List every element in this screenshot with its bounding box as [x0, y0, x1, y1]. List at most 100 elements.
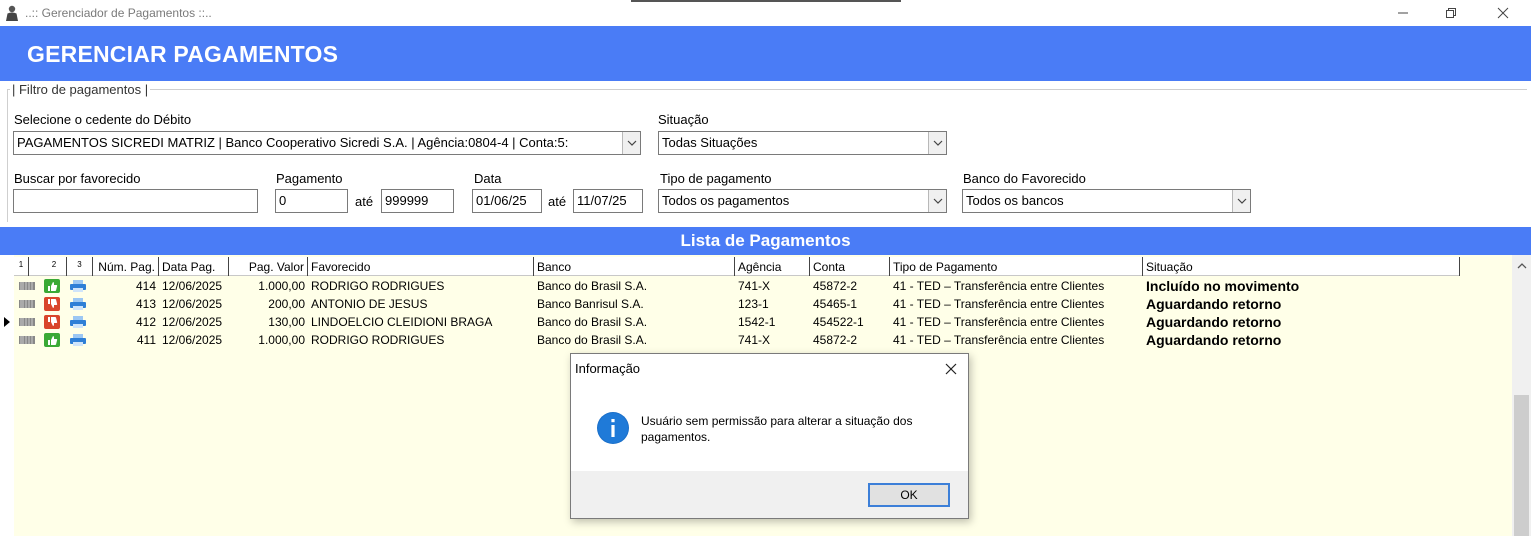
- dialog-message: Usuário sem permissão para alterar a sit…: [641, 414, 913, 444]
- printer-icon[interactable]: [69, 333, 87, 347]
- cell-situacao: Aguardando retorno: [1146, 314, 1282, 330]
- favorecido-label: Buscar por favorecido: [14, 171, 141, 186]
- col-header-tipo[interactable]: Tipo de Pagamento: [890, 257, 1143, 276]
- minimize-button[interactable]: [1380, 0, 1426, 26]
- barcode-icon[interactable]: [18, 315, 36, 329]
- cell-pag-valor: 130,00: [268, 315, 305, 329]
- pagamento-ate-label: até: [355, 194, 374, 209]
- scroll-up-button[interactable]: [1512, 257, 1531, 274]
- thumbs-down-icon[interactable]: [43, 315, 61, 329]
- col-header-1[interactable]: 1: [14, 257, 29, 276]
- situacao-label: Situação: [658, 112, 709, 127]
- list-title: Lista de Pagamentos: [680, 231, 851, 250]
- col-header-conta[interactable]: Conta: [810, 257, 890, 276]
- cell-data-pag: 12/06/2025: [162, 333, 223, 347]
- data-label: Data: [474, 171, 502, 186]
- printer-icon[interactable]: [69, 315, 87, 329]
- data-from-input[interactable]: 01/06/25: [472, 189, 542, 213]
- tipo-label: Tipo de pagamento: [660, 171, 772, 186]
- col-header-situacao[interactable]: Situação: [1143, 257, 1460, 276]
- cell-favorecido: RODRIGO RODRIGUES: [311, 279, 445, 293]
- col-header-3[interactable]: 3: [67, 257, 93, 276]
- pagamento-from-input[interactable]: 0: [275, 189, 348, 213]
- close-icon: [945, 363, 957, 375]
- banco-select[interactable]: Todos os bancos: [962, 189, 1251, 213]
- printer-icon[interactable]: [69, 279, 87, 293]
- cell-situacao: Aguardando retorno: [1146, 296, 1282, 312]
- cell-situacao: Aguardando retorno: [1146, 332, 1282, 348]
- cell-conta: 454522-1: [813, 315, 864, 329]
- cell-pag-valor: 200,00: [268, 297, 305, 311]
- tipo-select[interactable]: Todos os pagamentos: [658, 189, 947, 213]
- cell-conta: 45872-2: [813, 279, 858, 293]
- banco-label: Banco do Favorecido: [963, 171, 1086, 186]
- cell-pag-valor: 1.000,00: [258, 279, 305, 293]
- current-row-marker: [4, 317, 10, 327]
- col-header-agencia[interactable]: Agência: [735, 257, 810, 276]
- minimize-icon: [1398, 12, 1408, 14]
- cell-agencia: 123-1: [738, 297, 769, 311]
- cell-banco: Banco do Brasil S.A.: [537, 315, 648, 329]
- pagamento-to-input[interactable]: 999999: [381, 189, 454, 213]
- chevron-down-icon[interactable]: [1232, 190, 1250, 212]
- chevron-up-icon: [1517, 262, 1526, 268]
- table-row[interactable]: 413 12/06/2025 200,00 ANTONIO DE JESUS B…: [14, 295, 1460, 313]
- tipo-value: Todos os pagamentos: [662, 193, 790, 208]
- barcode-icon[interactable]: [18, 297, 36, 311]
- app-icon: [6, 5, 18, 21]
- cell-agencia: 1542-1: [738, 315, 776, 329]
- row-indicator-column: [0, 255, 14, 536]
- table-row[interactable]: 411 12/06/2025 1.000,00 RODRIGO RODRIGUE…: [14, 331, 1460, 349]
- cell-num-pag: 412: [135, 315, 156, 329]
- cell-num-pag: 414: [135, 279, 156, 293]
- col-header-pag-valor[interactable]: Pag. Valor: [229, 257, 308, 276]
- table-row[interactable]: 414 12/06/2025 1.000,00 RODRIGO RODRIGUE…: [14, 277, 1460, 295]
- list-header: Lista de Pagamentos: [0, 227, 1531, 255]
- window-title: ..:: Gerenciador de Pagamentos ::..: [25, 6, 212, 20]
- col-header-data-pag[interactable]: Data Pag.: [159, 257, 229, 276]
- ok-button[interactable]: OK: [868, 483, 950, 507]
- col-header-2[interactable]: 2: [42, 257, 67, 276]
- close-icon: [1497, 7, 1509, 19]
- cell-banco: Banco Banrisul S.A.: [537, 297, 644, 311]
- cell-pag-valor: 1.000,00: [258, 333, 305, 347]
- thumbs-up-icon[interactable]: [43, 333, 61, 347]
- chevron-down-icon[interactable]: [928, 132, 946, 154]
- dialog-footer: OK: [571, 471, 968, 518]
- cell-tipo: 41 - TED – Transferência entre Clientes: [893, 297, 1105, 311]
- cell-conta: 45465-1: [813, 297, 858, 311]
- cell-data-pag: 12/06/2025: [162, 315, 223, 329]
- situacao-value: Todas Situações: [662, 135, 758, 150]
- thumbs-up-icon[interactable]: [43, 279, 61, 293]
- cedente-select[interactable]: PAGAMENTOS SICREDI MATRIZ | Banco Cooper…: [13, 131, 641, 155]
- thumbs-down-icon[interactable]: [43, 297, 61, 311]
- printer-icon[interactable]: [69, 297, 87, 311]
- dialog-close-button[interactable]: [941, 360, 961, 378]
- barcode-icon[interactable]: [18, 279, 36, 293]
- close-button[interactable]: [1480, 0, 1526, 26]
- barcode-icon[interactable]: [18, 333, 36, 347]
- pagamento-label: Pagamento: [276, 171, 343, 186]
- vertical-scrollbar[interactable]: [1512, 255, 1531, 536]
- cell-situacao: Incluído no movimento: [1146, 278, 1300, 294]
- cell-banco: Banco do Brasil S.A.: [537, 333, 648, 347]
- col-header-num-pag[interactable]: Núm. Pag.: [93, 257, 159, 276]
- dialog-title: Informação: [575, 361, 641, 376]
- cell-num-pag: 411: [136, 333, 156, 347]
- col-header-banco[interactable]: Banco: [534, 257, 735, 276]
- cell-agencia: 741-X: [738, 279, 771, 293]
- scrollbar-thumb[interactable]: [1514, 395, 1529, 536]
- chevron-down-icon[interactable]: [622, 132, 640, 154]
- cell-banco: Banco do Brasil S.A.: [537, 279, 648, 293]
- favorecido-input[interactable]: [13, 189, 258, 213]
- banco-value: Todos os bancos: [966, 193, 1064, 208]
- restore-button[interactable]: [1428, 0, 1474, 26]
- table-row[interactable]: 412 12/06/2025 130,00 LINDOELCIO CLEIDIO…: [14, 313, 1460, 331]
- col-header-favorecido[interactable]: Favorecido: [308, 257, 534, 276]
- cell-tipo: 41 - TED – Transferência entre Clientes: [893, 315, 1105, 329]
- top-strip: [631, 0, 901, 2]
- cell-data-pag: 12/06/2025: [162, 279, 223, 293]
- data-to-input[interactable]: 11/07/25: [573, 189, 643, 213]
- situacao-select[interactable]: Todas Situações: [658, 131, 947, 155]
- chevron-down-icon[interactable]: [928, 190, 946, 212]
